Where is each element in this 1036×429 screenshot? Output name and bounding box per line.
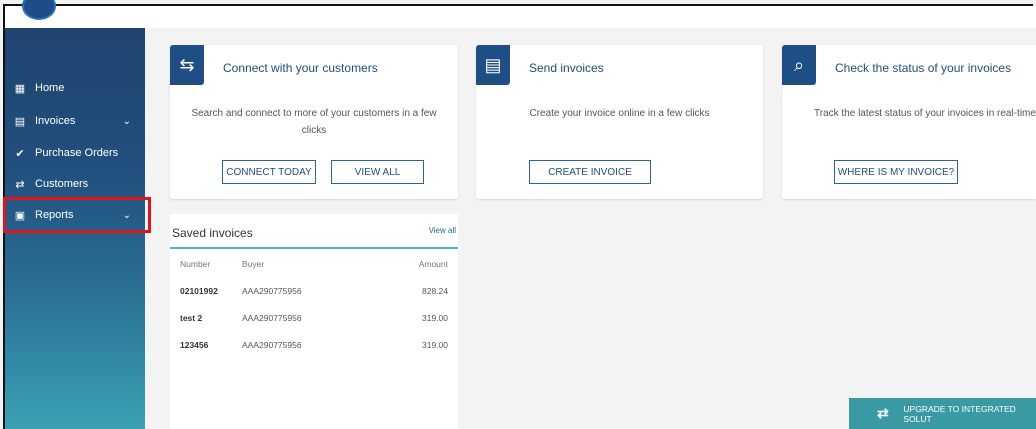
invoice-amount: 828.24 xyxy=(422,286,448,296)
divider xyxy=(170,247,458,249)
invoice-icon: ▤ xyxy=(14,115,26,128)
invoice-number: 02101992 xyxy=(180,286,218,296)
check-circle-icon: ✔ xyxy=(15,147,25,160)
invoice-number: 123456 xyxy=(180,340,209,350)
panel-title: Saved invoices xyxy=(172,226,253,240)
sidebar-item-label: Customers xyxy=(35,178,89,190)
invoice-buyer: AAA290775956 xyxy=(242,340,302,350)
chevron-down-icon: ⌄ xyxy=(122,115,131,127)
column-header-buyer: Buyer xyxy=(242,259,265,269)
column-header-amount: Amount xyxy=(418,259,448,269)
sidebar-item-label: Home xyxy=(35,82,65,94)
invoice-buyer: AAA290775956 xyxy=(242,313,302,323)
sidebar-item-customers[interactable]: ⇄ Customers xyxy=(5,170,145,198)
swap-arrows-icon: ⇄ xyxy=(877,405,889,421)
create-invoice-button[interactable]: CREATE INVOICE xyxy=(529,160,651,184)
invoice-amount: 319.00 xyxy=(422,340,448,350)
card-connect-customers: ⇆ Connect with your customers Search and… xyxy=(170,45,458,199)
card-description: Search and connect to more of your custo… xyxy=(191,108,437,136)
invoice-buyer: AAA290775956 xyxy=(242,286,302,296)
card-send-invoices: ▤ Send invoices Create your invoice onli… xyxy=(476,45,763,199)
sidebar-item-label: Purchase Orders xyxy=(35,147,119,159)
card-description: Track the latest status of your invoices… xyxy=(814,108,1036,119)
table-row[interactable]: 02101992 AAA290775956 828.24 xyxy=(170,286,458,312)
sidebar-item-purchase-orders[interactable]: ✔ Purchase Orders xyxy=(5,139,145,167)
sidebar-item-home[interactable]: ▦ Home xyxy=(5,74,145,102)
logo[interactable] xyxy=(22,0,56,20)
handshake-icon: ⇆ xyxy=(170,45,204,85)
document-icon: ▤ xyxy=(476,45,510,85)
view-all-button[interactable]: VIEW ALL xyxy=(331,160,424,184)
card-title: Check the status of your invoices xyxy=(835,61,1012,75)
card-title: Connect with your customers xyxy=(223,61,378,75)
card-description: Create your invoice online in a few clic… xyxy=(529,108,710,119)
view-all-link[interactable]: View all xyxy=(429,226,456,235)
upgrade-button[interactable]: ⇄ UPGRADE TO INTEGRATED SOLUT xyxy=(849,398,1036,429)
highlight-box xyxy=(3,197,151,233)
sidebar-item-invoices[interactable]: ▤ Invoices ⌄ xyxy=(5,107,145,135)
card-check-status: ⌕ Check the status of your invoices Trac… xyxy=(782,45,1036,199)
sidebar-item-label: Invoices xyxy=(35,115,76,127)
where-is-my-invoice-button[interactable]: WHERE IS MY INVOICE? xyxy=(834,160,958,184)
top-bar xyxy=(5,0,1036,28)
table-row[interactable]: 123456 AAA290775956 319.00 xyxy=(170,340,458,366)
column-header-number: Number xyxy=(180,259,211,269)
grid-icon: ▦ xyxy=(14,82,26,95)
connect-today-button[interactable]: CONNECT TODAY xyxy=(222,160,316,184)
saved-invoices-panel: Saved invoices View all Number Buyer Amo… xyxy=(170,214,458,429)
search-document-icon: ⌕ xyxy=(782,45,816,85)
invoice-number: test 2 xyxy=(180,313,203,323)
invoice-amount: 319.00 xyxy=(422,313,448,323)
table-row[interactable]: test 2 AAA290775956 319.00 xyxy=(170,313,458,339)
handshake-icon: ⇄ xyxy=(15,178,25,191)
card-title: Send invoices xyxy=(529,61,604,75)
upgrade-label: UPGRADE TO INTEGRATED SOLUT xyxy=(903,403,1016,424)
